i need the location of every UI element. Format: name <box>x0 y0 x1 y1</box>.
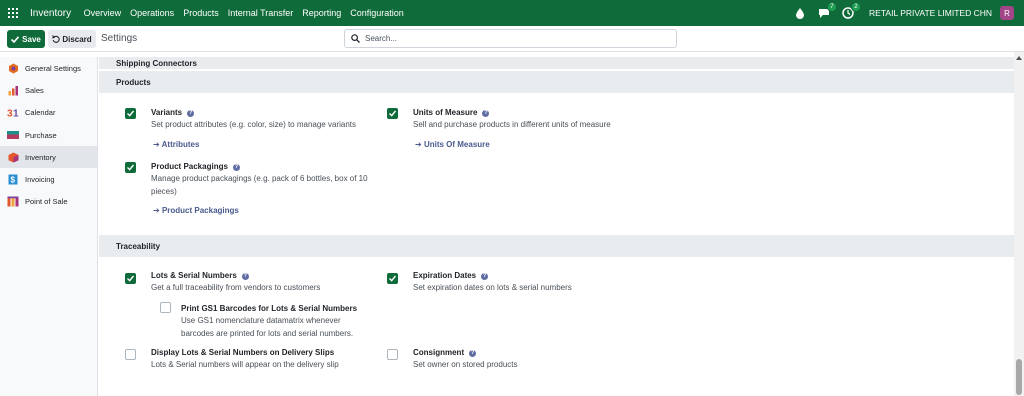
section-heading-products: Products <box>99 71 1014 93</box>
delivery-slips-title: Display Lots & Serial Numbers on Deliver… <box>151 348 335 357</box>
sidebar-item-label: General Settings <box>25 63 81 73</box>
save-button[interactable]: Save <box>7 30 45 48</box>
help-icon[interactable]: ? <box>482 110 490 117</box>
variants-title: Variants? <box>151 108 195 117</box>
lots-serial-numbers-description: Get a full traceability from vendors to … <box>151 283 321 292</box>
help-icon[interactable]: ? <box>187 110 195 117</box>
check-icon <box>11 35 20 43</box>
sidebar-item-label: Calendar <box>25 108 56 118</box>
inventory-app-icon <box>7 151 19 163</box>
help-icon[interactable]: ? <box>481 273 489 280</box>
sidebar-item-inventory[interactable]: Inventory <box>0 146 97 169</box>
sidebar-item-sales[interactable]: Sales <box>0 79 97 101</box>
menu-overview[interactable]: Overview <box>79 8 126 18</box>
scrollbar-thumb[interactable] <box>1016 359 1022 395</box>
control-panel: Save Discard Settings <box>0 26 1024 52</box>
app-menu-icon[interactable] <box>0 0 26 26</box>
units-of-measure-checkbox[interactable] <box>387 108 398 119</box>
sidebar-item-calendar[interactable]: 31 Calendar <box>0 102 97 124</box>
lots-serial-numbers-checkbox[interactable] <box>125 273 136 284</box>
invoicing-app-icon: $ <box>7 174 19 186</box>
activity-clock-icon[interactable]: 2 <box>841 2 862 20</box>
expiration-dates-title: Expiration Dates? <box>413 271 489 280</box>
sidebar-item-label: Purchase <box>25 130 57 140</box>
delivery-slips-description: Lots & Serial numbers will appear on the… <box>151 360 339 369</box>
scroll-up-arrow-icon[interactable] <box>1016 56 1022 60</box>
user-avatar[interactable]: R <box>1000 6 1014 20</box>
vertical-scrollbar[interactable] <box>1014 52 1024 396</box>
consignment-title: Consignment? <box>413 348 477 357</box>
consignment-checkbox[interactable] <box>387 349 398 360</box>
variants-description: Set product attributes (e.g. color, size… <box>151 120 356 129</box>
menu-configuration[interactable]: Configuration <box>346 8 409 18</box>
odoo-settings-icon <box>7 62 19 74</box>
activities-badge: 2 <box>850 2 862 12</box>
undo-icon <box>52 35 60 43</box>
sidebar-item-general-settings[interactable]: General Settings <box>0 57 97 79</box>
discard-button[interactable]: Discard <box>48 30 96 48</box>
sidebar-item-label: Sales <box>25 85 44 95</box>
sidebar-item-label: Inventory <box>25 152 56 162</box>
search-input[interactable] <box>365 34 665 43</box>
help-icon[interactable]: ? <box>469 350 477 357</box>
delivery-slips-checkbox[interactable] <box>125 349 136 360</box>
print-gs1-barcodes-title: Print GS1 Barcodes for Lots & Serial Num… <box>181 304 358 313</box>
arrow-right-icon: ➔ <box>153 140 162 149</box>
product-packagings-description: Manage product packagings (e.g. pack of … <box>151 174 368 196</box>
consignment-description: Set owner on stored products <box>413 360 518 369</box>
print-gs1-barcodes-description: Use GS1 nomenclature datamatrix whenever… <box>181 316 354 338</box>
water-drop-icon[interactable] <box>793 6 807 20</box>
sidebar-item-label: Point of Sale <box>25 197 68 207</box>
arrow-right-icon: ➔ <box>153 206 162 215</box>
point-of-sale-app-icon <box>7 196 19 208</box>
svg-text:1: 1 <box>13 109 19 118</box>
settings-sidebar: General Settings Sales 31 Calendar Purch… <box>0 57 98 396</box>
units-of-measure-link[interactable]: ➔ Units Of Measure <box>415 140 490 149</box>
svg-text:$: $ <box>11 176 16 185</box>
menu-products[interactable]: Products <box>179 8 224 18</box>
sales-app-icon <box>7 84 19 96</box>
product-packagings-link[interactable]: ➔ Product Packagings <box>153 206 239 215</box>
search-icon <box>351 34 360 43</box>
messages-icon[interactable]: 7 <box>817 2 838 20</box>
top-navbar: Inventory Overview Operations Products I… <box>0 0 1024 26</box>
product-packagings-title: Product Packagings? <box>151 162 240 171</box>
expiration-dates-checkbox[interactable] <box>387 273 398 284</box>
section-heading-shipping-connectors: Shipping Connectors <box>99 57 1014 69</box>
lots-serial-numbers-title: Lots & Serial Numbers? <box>151 271 249 280</box>
settings-content: Shipping Connectors Products Variants? S… <box>99 57 1014 396</box>
company-switcher[interactable]: RETAIL PRIVATE LIMITED CHN <box>869 8 992 18</box>
section-heading-traceability: Traceability <box>99 235 1014 257</box>
purchase-app-icon <box>7 129 19 141</box>
print-gs1-barcodes-checkbox[interactable] <box>160 302 171 313</box>
arrow-right-icon: ➔ <box>415 140 424 149</box>
menu-internal-transfer[interactable]: Internal Transfer <box>223 8 298 18</box>
help-icon[interactable]: ? <box>232 164 240 171</box>
expiration-dates-description: Set expiration dates on lots & serial nu… <box>413 283 572 292</box>
menu-operations[interactable]: Operations <box>126 8 179 18</box>
discard-label: Discard <box>62 34 92 44</box>
search-box[interactable] <box>344 29 677 48</box>
product-packagings-checkbox[interactable] <box>125 162 136 173</box>
help-icon[interactable]: ? <box>241 273 249 280</box>
save-label: Save <box>22 34 41 44</box>
calendar-app-icon: 31 <box>7 107 19 119</box>
variants-checkbox[interactable] <box>125 108 136 119</box>
sidebar-item-purchase[interactable]: Purchase <box>0 124 97 146</box>
sidebar-item-label: Invoicing <box>25 175 55 185</box>
app-name[interactable]: Inventory <box>26 8 79 19</box>
messages-badge: 7 <box>826 2 838 12</box>
page-title: Settings <box>101 33 138 44</box>
attributes-link[interactable]: ➔ Attributes <box>153 140 199 149</box>
units-of-measure-title: Units of Measure? <box>413 108 490 117</box>
units-of-measure-description: Sell and purchase products in different … <box>413 120 611 129</box>
sidebar-item-invoicing[interactable]: $ Invoicing <box>0 168 97 190</box>
menu-reporting[interactable]: Reporting <box>298 8 346 18</box>
sidebar-item-point-of-sale[interactable]: Point of Sale <box>0 191 97 213</box>
